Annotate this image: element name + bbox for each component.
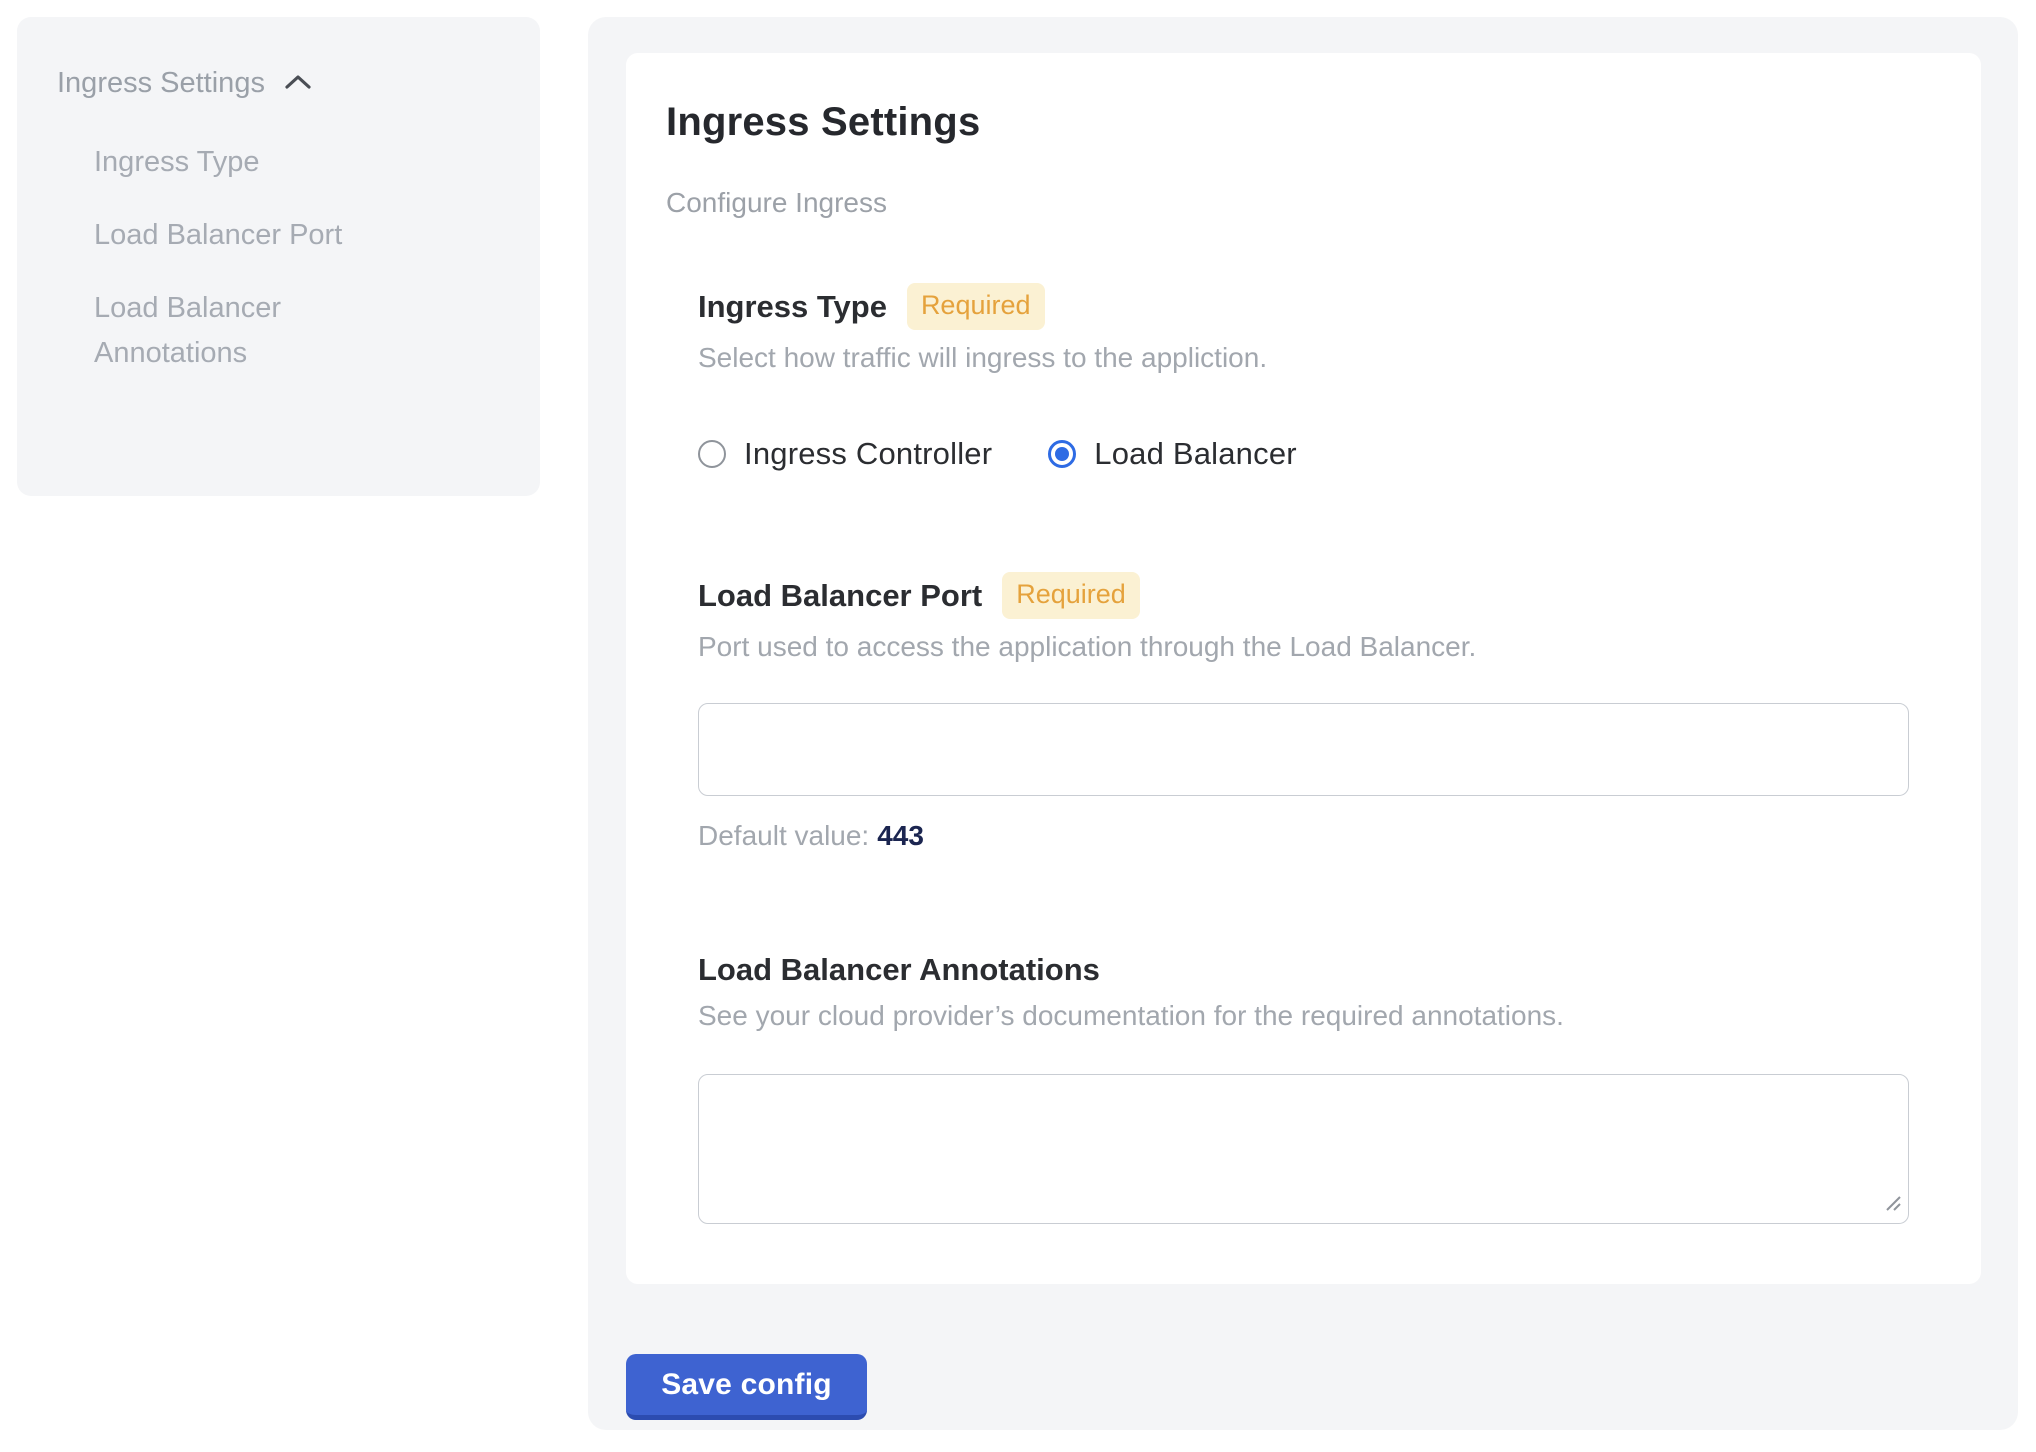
ingress-type-radio-group: Ingress Controller Load Balancer xyxy=(698,436,1911,472)
default-value-line: Default value: 443 xyxy=(698,820,1911,852)
load-balancer-port-label: Load Balancer Port xyxy=(698,578,982,614)
default-value-label: Default value: xyxy=(698,820,869,851)
sidebar-item-load-balancer-port[interactable]: Load Balancer Port xyxy=(94,213,424,258)
sidebar-item-list: Ingress Type Load Balancer Port Load Bal… xyxy=(94,140,510,376)
load-balancer-port-input[interactable] xyxy=(698,703,1909,796)
load-balancer-annotations-textarea[interactable] xyxy=(698,1074,1909,1224)
load-balancer-annotations-label: Load Balancer Annotations xyxy=(698,952,1100,988)
main-panel: Ingress Settings Configure Ingress Ingre… xyxy=(588,17,2018,1430)
sidebar-item-ingress-type[interactable]: Ingress Type xyxy=(94,140,424,185)
radio-option-load-balancer[interactable]: Load Balancer xyxy=(1048,436,1297,472)
load-balancer-port-help: Port used to access the application thro… xyxy=(698,631,1911,663)
page-title: Ingress Settings xyxy=(666,99,1911,145)
sidebar-section-label: Ingress Settings xyxy=(57,67,265,100)
load-balancer-annotations-section: Load Balancer Annotations See your cloud… xyxy=(698,952,1911,1224)
resize-handle-icon[interactable] xyxy=(1883,1193,1903,1218)
radio-option-ingress-controller[interactable]: Ingress Controller xyxy=(698,436,992,472)
chevron-up-icon xyxy=(283,67,313,100)
save-config-button[interactable]: Save config xyxy=(626,1354,867,1420)
ingress-type-section: Ingress Type Required Select how traffic… xyxy=(698,283,1911,472)
radio-selected-icon xyxy=(1048,440,1076,468)
radio-unselected-icon xyxy=(698,440,726,468)
required-badge: Required xyxy=(907,283,1045,330)
load-balancer-port-section: Load Balancer Port Required Port used to… xyxy=(698,572,1911,852)
page-subtitle: Configure Ingress xyxy=(666,187,1911,219)
sidebar-item-load-balancer-annotations[interactable]: Load Balancer Annotations xyxy=(94,286,424,376)
ingress-type-help: Select how traffic will ingress to the a… xyxy=(698,342,1911,374)
required-badge: Required xyxy=(1002,572,1140,619)
radio-label: Ingress Controller xyxy=(744,436,992,472)
ingress-type-label: Ingress Type xyxy=(698,289,887,325)
sidebar-section-ingress-settings[interactable]: Ingress Settings xyxy=(57,67,510,100)
default-value: 443 xyxy=(877,820,924,851)
radio-label: Load Balancer xyxy=(1094,436,1297,472)
ingress-settings-card: Ingress Settings Configure Ingress Ingre… xyxy=(626,53,1981,1284)
annotations-textarea-wrap xyxy=(698,1074,1909,1224)
settings-sidebar: Ingress Settings Ingress Type Load Balan… xyxy=(17,17,540,496)
load-balancer-annotations-help: See your cloud provider’s documentation … xyxy=(698,1000,1911,1032)
